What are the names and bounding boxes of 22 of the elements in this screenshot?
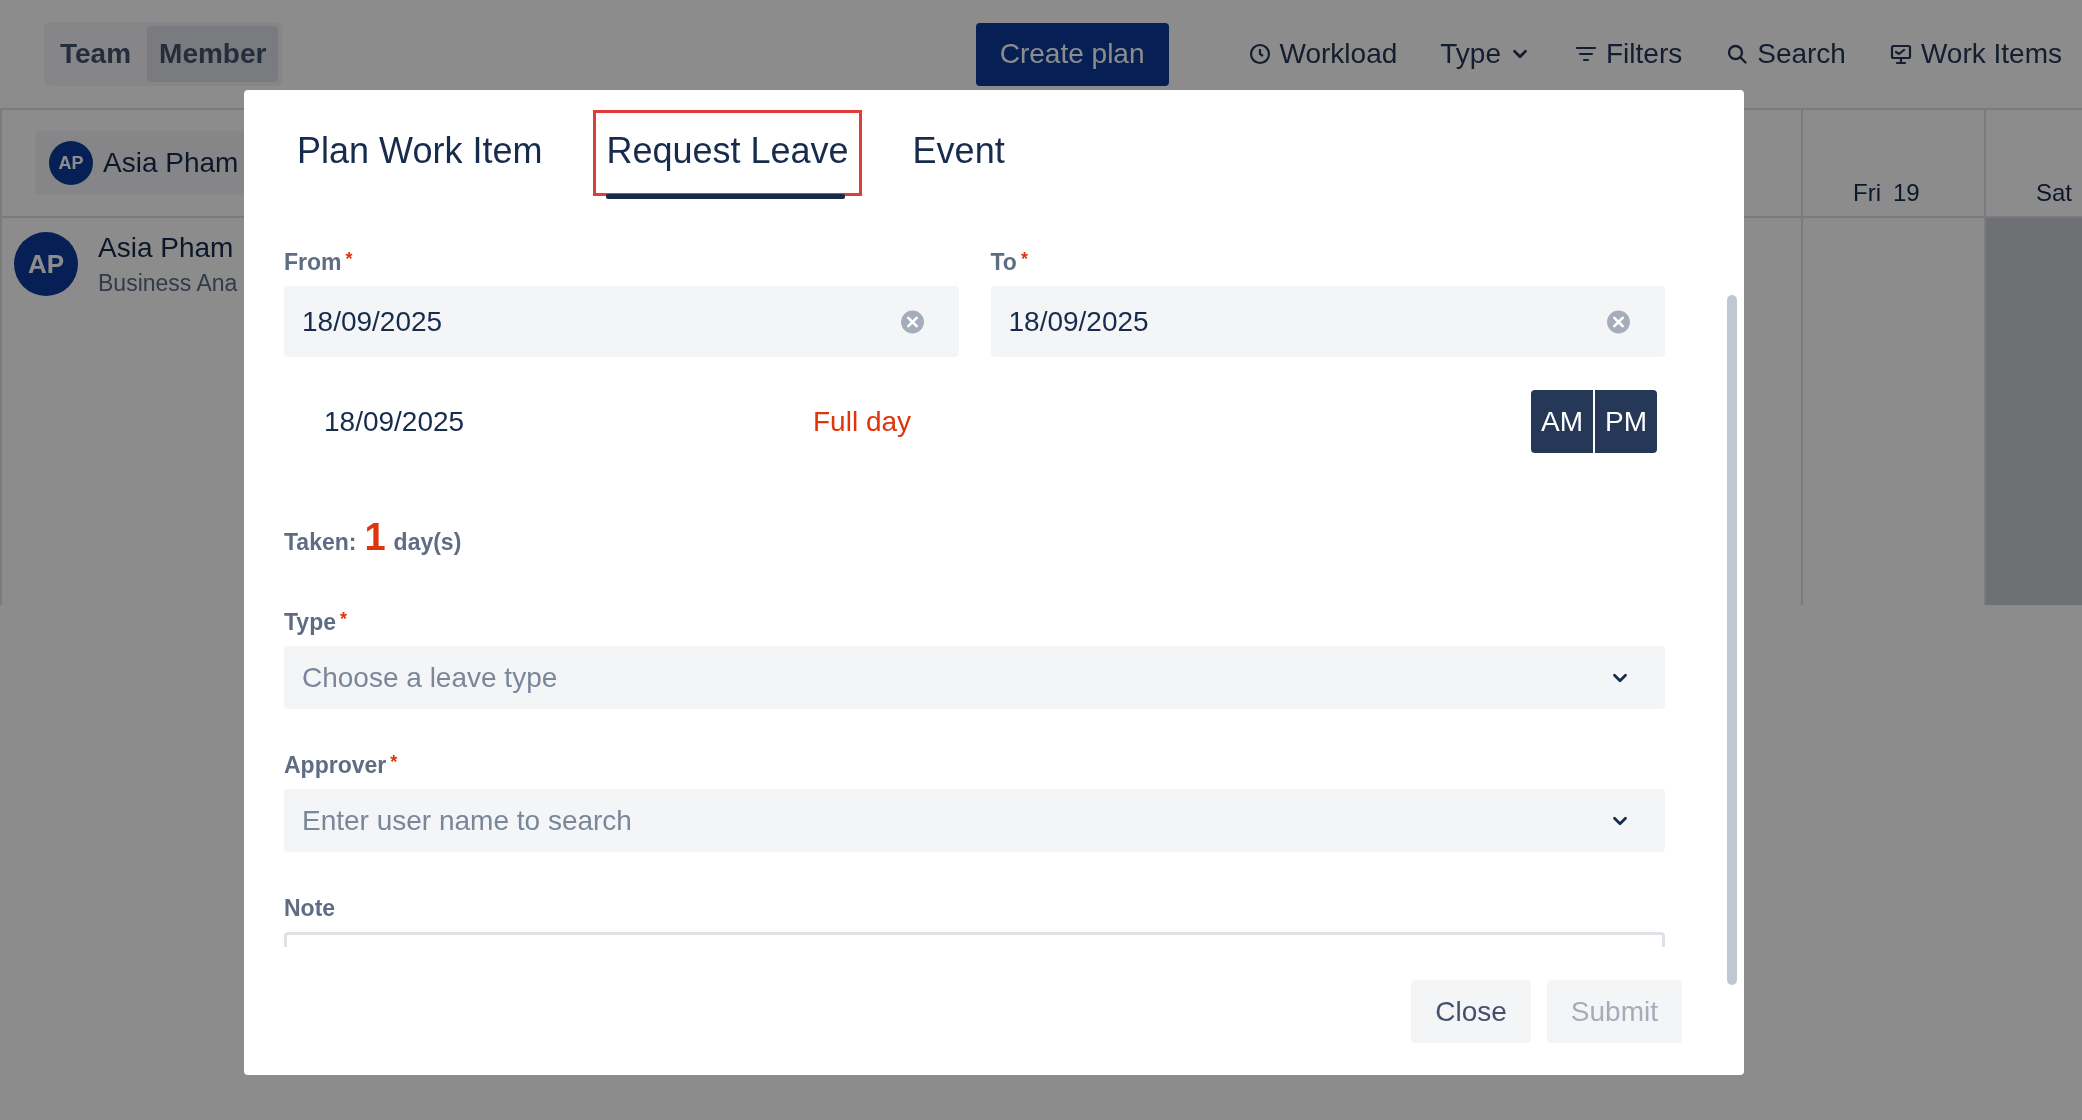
required-asterisk: * — [1020, 249, 1028, 271]
field-label: Note — [284, 895, 336, 922]
duration-text: Full day — [813, 405, 913, 438]
field-label: From — [284, 249, 342, 276]
taken-unit: day(s) — [393, 529, 462, 556]
day-name: Sat — [2036, 179, 2073, 207]
required-asterisk: * — [390, 752, 398, 774]
required-asterisk: * — [340, 609, 347, 631]
field-label: Approver — [284, 752, 387, 779]
field-label: Type — [284, 609, 336, 636]
avatar: AP — [14, 232, 78, 296]
leave-date: 18/09/2025 — [324, 405, 466, 438]
day-name: Fri — [1853, 179, 1881, 207]
taken-label: Taken: — [284, 529, 357, 556]
member-name: Asia Pham — [103, 147, 239, 179]
field-label: To — [990, 249, 1017, 276]
member-name: Asia Pham — [98, 232, 235, 264]
member-role: Business Ana — [98, 270, 238, 297]
taken-count: 1 — [364, 516, 386, 559]
avatar: AP — [49, 141, 93, 185]
day-date: 19 — [1893, 179, 1920, 207]
required-asterisk: * — [345, 249, 353, 271]
